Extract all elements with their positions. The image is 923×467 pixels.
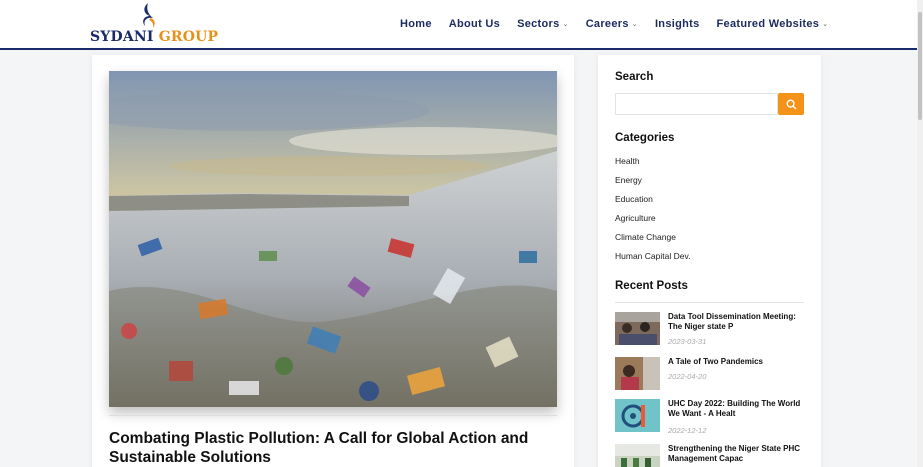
- post-card: Combating Plastic Pollution: A Call for …: [92, 55, 574, 467]
- logo-word-group: GROUP: [158, 29, 219, 45]
- recent-post-thumbnail[interactable]: [615, 399, 660, 432]
- nav-insights-label: Insights: [654, 18, 700, 30]
- chevron-down-icon: ⌄: [562, 21, 569, 28]
- search-input[interactable]: [615, 93, 778, 115]
- search-button[interactable]: [778, 93, 804, 115]
- recent-posts-divider: [615, 302, 804, 303]
- recent-post-title[interactable]: Strengthening the Niger State PHC Manage…: [668, 444, 808, 464]
- nav-careers-label: Careers: [585, 18, 629, 30]
- nav-about-label: About Us: [448, 18, 501, 30]
- nav-about-us[interactable]: About Us: [449, 18, 500, 30]
- recent-post-item[interactable]: UHC Day 2022: Building The World We Want…: [615, 399, 804, 439]
- search-heading: Search: [615, 71, 654, 83]
- plastic-waste-image: [109, 71, 557, 407]
- main-nav: Home About Us Sectors ⌄ Careers ⌄ Insights…: [400, 18, 845, 30]
- page-scrollbar[interactable]: [917, 0, 923, 467]
- logo-wordmark: SYDANI GROUP: [90, 29, 218, 45]
- recent-post-date: 2023-03-31: [668, 337, 707, 346]
- chevron-down-icon: ⌄: [631, 21, 638, 28]
- category-climate-change[interactable]: Climate Change: [615, 232, 676, 242]
- recent-post-thumbnail[interactable]: [615, 357, 660, 390]
- nav-home[interactable]: Home: [400, 18, 432, 30]
- nav-home-label: Home: [400, 18, 432, 30]
- recent-post-title[interactable]: A Tale of Two Pandemics: [668, 357, 808, 367]
- scrollbar-thumb[interactable]: [918, 12, 922, 120]
- sydani-group-logo[interactable]: SYDANI GROUP: [90, 2, 218, 46]
- recent-post-date: 2022-12-12: [668, 426, 707, 435]
- recent-post-date: 2022-04-20: [668, 372, 707, 381]
- category-agriculture[interactable]: Agriculture: [615, 213, 656, 223]
- sidebar: Search Categories Health Energy Educatio…: [598, 55, 821, 467]
- bird-logo-icon: [143, 3, 155, 28]
- nav-careers[interactable]: Careers ⌄: [586, 18, 638, 30]
- post-divider: [109, 415, 557, 416]
- recent-post-item[interactable]: Data Tool Dissemination Meeting: The Nig…: [615, 312, 804, 352]
- recent-post-thumbnail[interactable]: [615, 444, 660, 467]
- recent-post-item[interactable]: A Tale of Two Pandemics 2022-04-20: [615, 357, 804, 397]
- site-header: SYDANI GROUP Home About Us Sectors ⌄ Care…: [0, 0, 923, 50]
- categories-heading: Categories: [615, 132, 675, 144]
- category-education[interactable]: Education: [615, 194, 653, 204]
- category-human-capital-dev[interactable]: Human Capital Dev.: [615, 251, 690, 261]
- nav-featured-websites[interactable]: Featured Websites ⌄: [717, 18, 829, 30]
- nav-featured-label: Featured Websites: [716, 18, 820, 30]
- nav-sectors-label: Sectors: [517, 18, 560, 30]
- recent-post-thumbnail[interactable]: [615, 312, 660, 345]
- recent-posts-heading: Recent Posts: [615, 280, 688, 292]
- post-title[interactable]: Combating Plastic Pollution: A Call for …: [109, 429, 557, 467]
- chevron-down-icon: ⌄: [822, 21, 829, 28]
- recent-post-item[interactable]: Strengthening the Niger State PHC Manage…: [615, 444, 804, 467]
- category-health[interactable]: Health: [615, 156, 640, 166]
- recent-post-title[interactable]: UHC Day 2022: Building The World We Want…: [668, 399, 808, 419]
- logo-word-sydani: SYDANI: [90, 29, 154, 45]
- category-energy[interactable]: Energy: [615, 175, 642, 185]
- nav-sectors[interactable]: Sectors ⌄: [517, 18, 569, 30]
- recent-post-title[interactable]: Data Tool Dissemination Meeting: The Nig…: [668, 312, 808, 332]
- search-icon: [785, 98, 796, 109]
- post-featured-image[interactable]: [109, 71, 557, 407]
- nav-insights[interactable]: Insights: [655, 18, 700, 30]
